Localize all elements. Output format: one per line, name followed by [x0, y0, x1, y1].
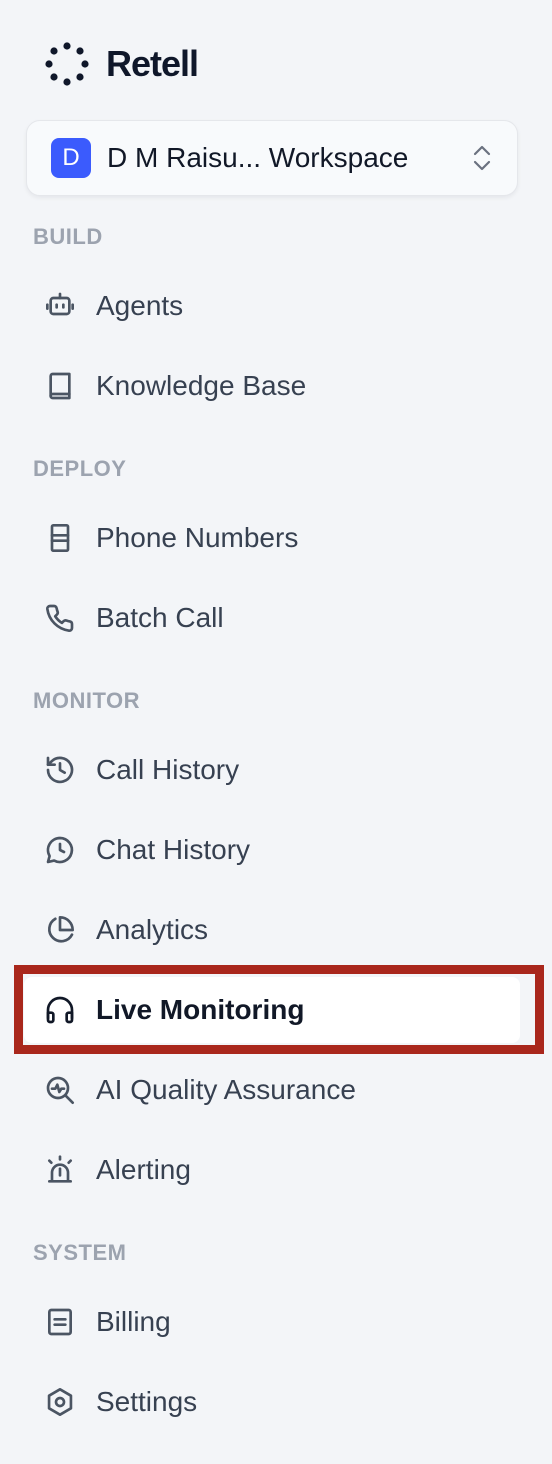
nav-item-live-monitoring[interactable]: Live Monitoring	[24, 977, 520, 1043]
sidebar: Retell D D M Raisu... Workspace BUILD Ag…	[0, 0, 552, 1464]
robot-icon	[42, 288, 78, 324]
chat-clock-icon	[42, 832, 78, 868]
book-icon	[42, 368, 78, 404]
nav-item-knowledge-base[interactable]: Knowledge Base	[24, 353, 520, 419]
workspace-avatar: D	[51, 138, 91, 178]
hexagon-gear-icon	[42, 1384, 78, 1420]
nav-item-analytics[interactable]: Analytics	[24, 897, 520, 963]
nav-label-ai-quality-assurance: AI Quality Assurance	[96, 1074, 356, 1105]
pie-chart-icon	[42, 912, 78, 948]
nav-label-phone-numbers: Phone Numbers	[96, 522, 299, 553]
nav-item-agents[interactable]: Agents	[24, 273, 520, 339]
nav-item-billing[interactable]: Billing	[24, 1289, 520, 1355]
brand-name: Retell	[106, 43, 199, 84]
nav-item-chat-history[interactable]: Chat History	[24, 817, 520, 883]
phone-icon	[42, 600, 78, 636]
nav-item-settings[interactable]: Settings	[24, 1369, 520, 1435]
nav-label-agents: Agents	[96, 290, 184, 321]
nav-label-call-history: Call History	[96, 754, 240, 785]
section-label-deploy: DEPLOY	[33, 456, 127, 481]
nav-label-billing: Billing	[96, 1306, 171, 1337]
nav-item-alerting[interactable]: Alerting	[24, 1137, 520, 1203]
nav-item-phone-numbers[interactable]: Phone Numbers	[24, 505, 520, 571]
nav-label-batch-call: Batch Call	[96, 602, 224, 633]
search-pulse-icon	[42, 1072, 78, 1108]
section-label-monitor: MONITOR	[33, 688, 140, 713]
nav-label-chat-history: Chat History	[96, 834, 251, 865]
section-label-build: BUILD	[33, 224, 103, 249]
nav-label-live-monitoring: Live Monitoring	[96, 994, 305, 1025]
history-icon	[42, 752, 78, 788]
nav-item-ai-quality-assurance[interactable]: AI Quality Assurance	[24, 1057, 520, 1123]
nav-item-batch-call[interactable]: Batch Call	[24, 585, 520, 651]
nav-item-call-history[interactable]: Call History	[24, 737, 520, 803]
alarm-siren-icon	[42, 1152, 78, 1188]
nav-label-settings: Settings	[96, 1386, 198, 1417]
dotted-ring-logo-icon	[45, 42, 89, 86]
workspace-switcher[interactable]: D D M Raisu... Workspace	[26, 120, 518, 196]
receipt-icon	[42, 1304, 78, 1340]
nav-label-knowledge-base: Knowledge Base	[96, 370, 307, 401]
sim-card-icon	[42, 520, 78, 556]
headphones-icon	[42, 992, 78, 1028]
brand[interactable]: Retell	[44, 36, 199, 92]
nav-label-analytics: Analytics	[96, 914, 209, 945]
nav-label-alerting: Alerting	[96, 1154, 191, 1185]
workspace-name: D M Raisu... Workspace	[107, 142, 409, 173]
chevron-up-down-icon	[473, 145, 491, 171]
section-label-system: SYSTEM	[33, 1240, 127, 1265]
